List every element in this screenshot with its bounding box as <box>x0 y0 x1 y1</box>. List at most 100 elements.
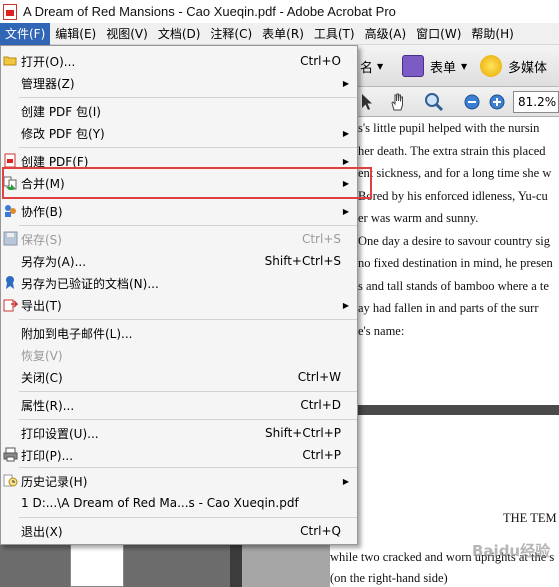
certified-document-icon <box>3 275 18 290</box>
watermark: Baidu经验 <box>472 542 551 560</box>
menu-item-label: 关闭(C) <box>21 370 63 385</box>
menu-item-label: 另存为已验证的文档(N)... <box>21 276 159 291</box>
file-menu-item[interactable]: 退出(X) Ctrl+Q <box>1 520 357 542</box>
file-menu-item[interactable]: 打印(P)... Ctrl+P <box>1 444 357 466</box>
submenu-arrow-icon: ▶ <box>342 476 349 486</box>
annotation-highlight-box <box>2 167 372 199</box>
menu-item-shortcut: Ctrl+D <box>300 398 341 412</box>
arrow-cursor-icon <box>362 94 372 110</box>
file-menu-item[interactable]: 打印设置(U)... Shift+Ctrl+P <box>1 422 357 444</box>
dropdown-arrow-icon: ▼ <box>377 61 384 71</box>
file-menu-item[interactable]: 另存为(A)... Shift+Ctrl+S <box>1 250 357 272</box>
multimedia-icon <box>480 55 502 77</box>
file-menu-item[interactable]: 1 D:...\A Dream of Red Ma...s - Cao Xueq… <box>1 492 357 514</box>
save-icon <box>3 231 18 246</box>
menu-item-label: 修改 PDF 包(Y) <box>21 126 105 141</box>
dropdown-arrow-icon: ▼ <box>461 61 468 71</box>
menu-separator <box>19 147 357 148</box>
file-menu-item[interactable]: 另存为已验证的文档(N)... <box>1 272 357 294</box>
menu-item-label: 创建 PDF 包(I) <box>21 104 101 119</box>
form-icon <box>402 55 424 77</box>
text-line: s and tall stands of bamboo where a te <box>358 278 549 293</box>
file-menu-item[interactable]: 导出(T) ▶ <box>1 294 357 316</box>
menu-separator <box>19 517 357 518</box>
file-menu-item[interactable]: 属性(R)... Ctrl+D <box>1 394 357 416</box>
menu-separator <box>19 97 357 98</box>
file-menu-item[interactable]: 创建 PDF 包(I) <box>1 100 357 122</box>
menu-item-label: 保存(S) <box>21 232 62 247</box>
select-tool-button[interactable] <box>357 91 377 113</box>
menu-item-label: 另存为(A)... <box>21 254 87 269</box>
menu-separator <box>19 319 357 320</box>
text-line: er was warm and sunny. <box>358 211 479 225</box>
file-menu-item[interactable]: 管理器(Z) ▶ <box>1 72 357 94</box>
hand-tool-button[interactable] <box>386 91 410 113</box>
hand-icon <box>391 93 403 111</box>
text-line: e's name: <box>358 323 405 338</box>
collaborate-icon <box>3 203 18 218</box>
menu-item-shortcut: Shift+Ctrl+P <box>265 426 341 440</box>
menu-item-shortcut: Ctrl+S <box>301 232 341 246</box>
menu-forms[interactable]: 表单(R) <box>257 23 309 45</box>
menu-document[interactable]: 文档(D) <box>153 23 206 45</box>
menu-item-shortcut: Ctrl+P <box>302 448 341 462</box>
menu-tools[interactable]: 工具(T) <box>309 23 360 45</box>
menu-item-label: 打印设置(U)... <box>21 426 99 441</box>
pdf-file-icon <box>3 3 17 20</box>
file-menu-item[interactable]: 恢复(V) <box>1 344 357 366</box>
zoom-out-button[interactable] <box>462 91 482 113</box>
file-menu-item[interactable]: 打开(O)... Ctrl+O <box>1 50 357 72</box>
page-1-text: s's little pupil helped with the nursin h… <box>358 117 559 342</box>
menu-advanced[interactable]: 高级(A) <box>360 23 412 45</box>
sign-button[interactable]: 名 ▼ <box>360 54 383 78</box>
menu-item-label: 协作(B) <box>21 204 63 219</box>
file-menu-item[interactable]: 历史记录(H) ▶ <box>1 470 357 492</box>
text-line: ent sickness, and for a long time she w <box>358 166 552 180</box>
create-pdf-icon <box>3 153 18 168</box>
text-line: her death. The extra strain this placed <box>358 143 546 158</box>
title-bar: A Dream of Red Mansions - Cao Xueqin.pdf… <box>0 0 559 23</box>
menu-edit[interactable]: 编辑(E) <box>50 23 101 45</box>
document-page-2: THE TEM while two cracked and worn uprig… <box>330 415 559 587</box>
menu-item-shortcut: Shift+Ctrl+S <box>264 254 341 268</box>
submenu-arrow-icon: ▶ <box>342 156 349 166</box>
zoom-level-input[interactable]: 81.2% <box>513 91 559 113</box>
menu-view[interactable]: 视图(V) <box>101 23 153 45</box>
submenu-arrow-icon: ▶ <box>342 300 349 310</box>
forms-button[interactable]: 表单 ▼ <box>402 54 467 78</box>
file-menu-item[interactable]: 附加到电子邮件(L)... <box>1 322 357 344</box>
menu-separator <box>19 419 357 420</box>
window-title: A Dream of Red Mansions - Cao Xueqin.pdf… <box>23 4 396 19</box>
menu-help[interactable]: 帮助(H) <box>466 23 518 45</box>
menu-item-label: 附加到电子邮件(L)... <box>21 326 133 341</box>
menu-item-label: 属性(R)... <box>21 398 75 413</box>
export-icon <box>3 297 19 312</box>
sign-label: 名 <box>360 60 374 76</box>
menu-window[interactable]: 窗口(W) <box>411 23 466 45</box>
document-page-1: s's little pupil helped with the nursin h… <box>330 117 559 409</box>
file-menu-item[interactable]: 关闭(C) Ctrl+W <box>1 366 357 388</box>
file-menu-item[interactable]: 协作(B) ▶ <box>1 200 357 222</box>
zoom-in-icon <box>489 94 505 110</box>
submenu-arrow-icon: ▶ <box>342 206 349 216</box>
forms-label: 表单 <box>430 60 457 76</box>
file-menu-item[interactable]: 保存(S) Ctrl+S <box>1 228 357 250</box>
zoom-tool-button[interactable] <box>421 91 447 113</box>
menu-separator <box>19 225 357 226</box>
menu-item-label: 1 D:...\A Dream of Red Ma...s - Cao Xueq… <box>21 496 299 510</box>
text-line: Bored by his enforced idleness, Yu-cu <box>358 188 548 203</box>
menu-separator <box>19 467 357 468</box>
menu-bar: 文件(F) 编辑(E) 视图(V) 文档(D) 注释(C) 表单(R) 工具(T… <box>0 22 559 45</box>
menu-file[interactable]: 文件(F) <box>0 22 51 45</box>
menu-item-label: 退出(X) <box>21 524 63 539</box>
multimedia-button[interactable]: 多媒体 <box>480 54 547 78</box>
menu-separator <box>19 391 357 392</box>
multimedia-label: 多媒体 <box>508 60 548 76</box>
menu-comments[interactable]: 注释(C) <box>205 23 257 45</box>
printer-icon <box>3 447 18 462</box>
menu-item-label: 导出(T) <box>21 298 62 313</box>
zoom-in-button[interactable] <box>487 91 507 113</box>
text-line: (on the right-hand side) <box>330 571 448 585</box>
page-separator <box>330 405 559 415</box>
file-menu-item[interactable]: 修改 PDF 包(Y) ▶ <box>1 122 357 144</box>
